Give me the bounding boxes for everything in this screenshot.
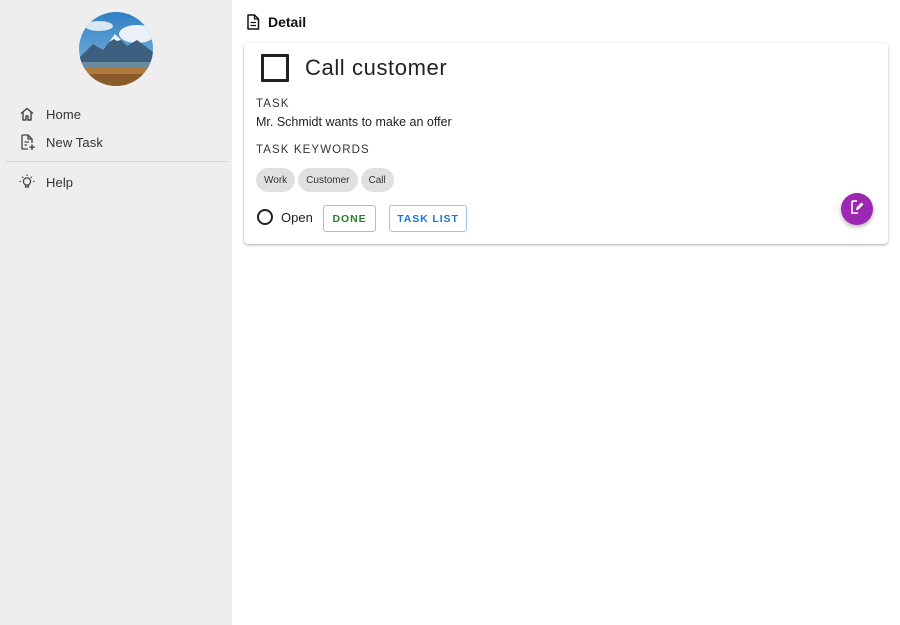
edit-icon <box>849 199 865 220</box>
keyword-chips: Work Customer Call <box>256 168 394 192</box>
edit-fab-button[interactable] <box>841 193 873 225</box>
avatar[interactable] <box>79 12 153 86</box>
keyword-chip[interactable]: Customer <box>298 168 358 192</box>
keywords-section-label: TASK KEYWORDS <box>256 144 370 156</box>
sidebar-item-label: Home <box>46 106 82 122</box>
sidebar: Home New Task Help <box>0 0 232 625</box>
task-title: Call customer <box>305 55 448 80</box>
sidebar-item-new-task[interactable]: New Task <box>18 130 103 154</box>
task-checkbox[interactable] <box>261 54 289 82</box>
status-label: Open <box>281 209 313 225</box>
lightbulb-icon <box>18 173 36 191</box>
page-title-text: Detail <box>268 14 307 30</box>
keyword-chip[interactable]: Call <box>360 168 394 192</box>
sidebar-item-help[interactable]: Help <box>18 170 73 194</box>
keyword-chip[interactable]: Work <box>256 168 296 192</box>
document-icon <box>246 14 260 30</box>
sidebar-item-label: New Task <box>46 134 103 150</box>
task-section-label: TASK <box>256 98 290 110</box>
new-task-icon <box>18 133 36 151</box>
landscape-avatar-image <box>79 12 153 86</box>
page-title: Detail <box>246 12 306 32</box>
done-button[interactable]: DONE <box>323 205 376 232</box>
task-list-button[interactable]: TASK LIST <box>389 205 467 232</box>
sidebar-item-home[interactable]: Home <box>18 102 81 126</box>
sidebar-item-label: Help <box>46 174 74 190</box>
status-radio[interactable]: Open <box>257 209 313 225</box>
radio-circle-icon <box>257 209 273 225</box>
task-detail-card: Call customer TASK Mr. Schmidt wants to … <box>244 43 888 244</box>
sidebar-divider <box>6 161 228 162</box>
home-icon <box>18 105 36 123</box>
task-description: Mr. Schmidt wants to make an offer <box>256 115 452 129</box>
